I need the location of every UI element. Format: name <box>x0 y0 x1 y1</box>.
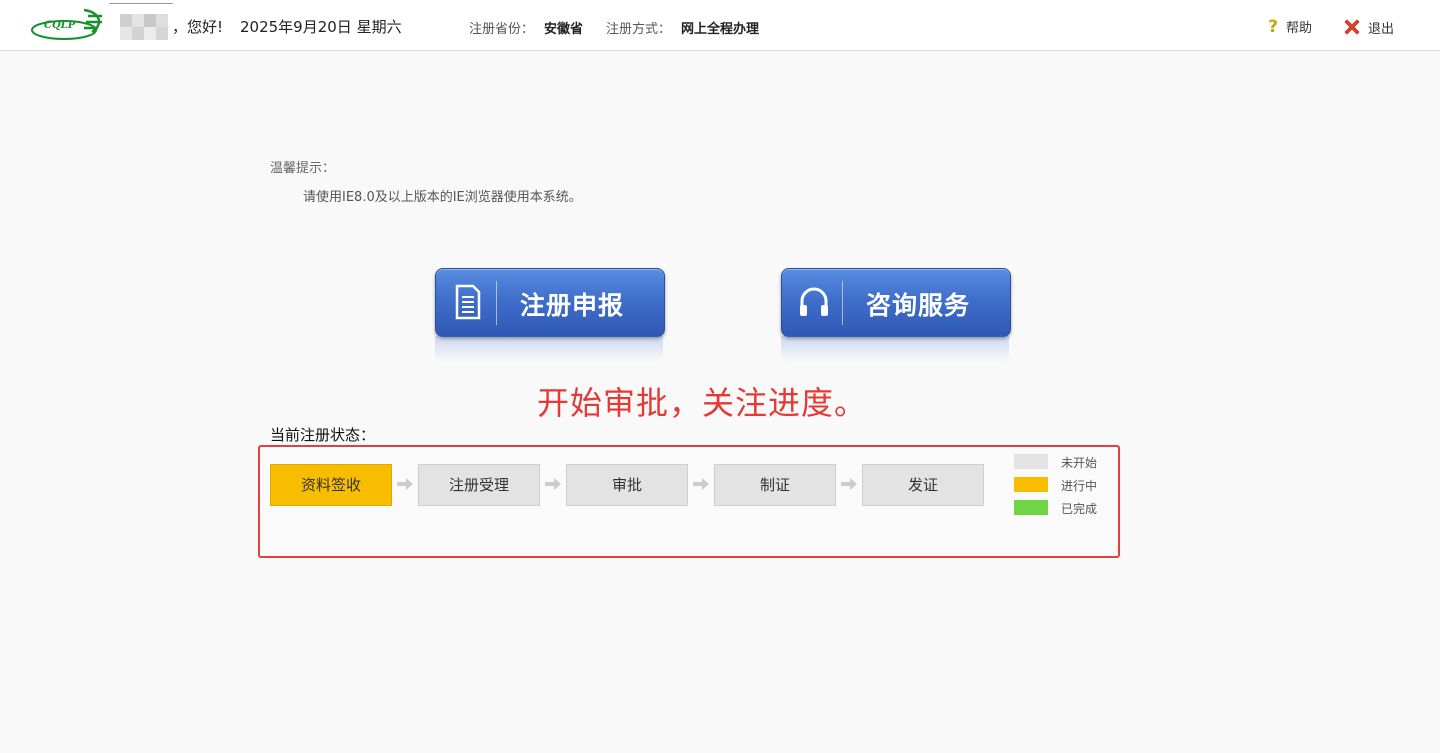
legend-swatch-in-progress <box>1014 477 1048 492</box>
button-divider <box>842 281 843 325</box>
register-apply-button[interactable]: 注册申报 <box>435 268 665 337</box>
legend-not-started: 未开始 <box>1061 456 1098 470</box>
arrow-right-icon <box>545 478 561 490</box>
arrow-right-icon <box>841 478 857 490</box>
step-approval[interactable]: 审批 <box>566 464 688 506</box>
headphones-icon <box>800 287 828 316</box>
province-value: 安徽省 <box>544 22 584 37</box>
method-label: 注册方式： <box>606 22 672 37</box>
logo: CQLP <box>30 6 106 44</box>
current-date: 2025年9月20日 星期六 <box>240 18 402 36</box>
top-header: CQLP ，您好! 2025年9月20日 星期六 注册省份： 安徽省 注册方式：… <box>0 0 1440 51</box>
button-reflection <box>781 336 1009 362</box>
help-link[interactable]: ? 帮助 <box>1266 16 1313 37</box>
tip-text: 请使用IE8.0及以上版本的IE浏览器使用本系统。 <box>303 190 582 205</box>
consult-service-label: 咨询服务 <box>866 291 971 320</box>
step-document-receipt[interactable]: 资料签收 <box>270 464 392 506</box>
help-label: 帮助 <box>1286 21 1313 36</box>
register-apply-label: 注册申报 <box>520 291 625 320</box>
legend-swatch-not-started <box>1014 454 1048 469</box>
consult-service-button[interactable]: 咨询服务 <box>781 268 1011 337</box>
status-panel: 资料签收 注册受理 审批 制证 发证 未开始 进行中 已完成 <box>258 445 1120 558</box>
legend-in-progress: 进行中 <box>1061 479 1098 493</box>
header-rule <box>109 3 173 4</box>
button-reflection <box>435 336 663 362</box>
logo-text: CQLP <box>44 20 76 31</box>
method-value: 网上全程办理 <box>681 22 760 37</box>
exit-link[interactable]: 退出 <box>1342 17 1394 37</box>
step-certificate-making[interactable]: 制证 <box>714 464 836 506</box>
question-mark-icon: ? <box>1268 16 1278 37</box>
greeting-text: ，您好! <box>172 18 224 36</box>
status-title: 当前注册状态： <box>270 426 376 444</box>
approval-announcement: 开始审批，关注进度。 <box>537 384 868 422</box>
exit-label: 退出 <box>1368 21 1395 37</box>
username-redacted <box>120 14 168 40</box>
province-label: 注册省份： <box>469 22 535 37</box>
tip-title: 温馨提示： <box>270 161 336 176</box>
step-certificate-issuance[interactable]: 发证 <box>862 464 984 506</box>
arrow-right-icon <box>693 478 709 490</box>
legend-completed: 已完成 <box>1061 502 1098 516</box>
close-x-icon <box>1344 19 1360 35</box>
step-registration-acceptance[interactable]: 注册受理 <box>418 464 540 506</box>
legend-swatch-completed <box>1014 500 1048 515</box>
button-divider <box>496 281 497 325</box>
document-icon <box>455 284 481 320</box>
arrow-right-icon <box>397 478 413 490</box>
